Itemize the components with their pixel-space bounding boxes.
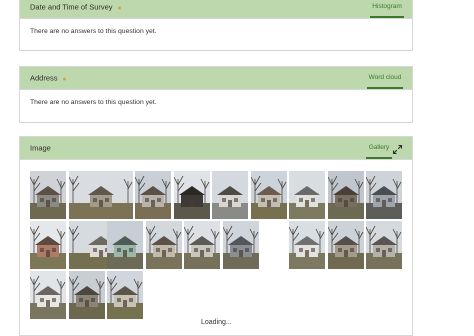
tab-word-cloud[interactable]: Word cloud <box>367 67 403 89</box>
gallery-photo[interactable] <box>107 271 143 319</box>
gallery-photo[interactable] <box>289 171 325 219</box>
question-title: Image <box>30 143 51 153</box>
question-title: Address <box>30 74 66 83</box>
tab-histogram[interactable]: Histogram <box>370 0 404 18</box>
question-card-image: Image Gallery <box>19 136 413 336</box>
no-answers-message: There are no answers to this question ye… <box>30 28 157 35</box>
gallery-photo[interactable] <box>212 171 248 219</box>
gallery-photo[interactable] <box>327 171 364 219</box>
gallery-photo[interactable] <box>173 171 210 219</box>
gallery-photo[interactable] <box>222 221 259 269</box>
gallery-photo[interactable] <box>145 221 182 269</box>
required-indicator-icon <box>117 6 121 10</box>
question-title: Date and Time of Survey <box>30 3 121 12</box>
gallery-photo[interactable] <box>135 171 171 219</box>
gallery-photo[interactable] <box>184 221 220 269</box>
question-header: Date and Time of Survey Histogram <box>20 0 412 19</box>
expand-icon[interactable] <box>392 142 403 155</box>
question-card-address: Address Word cloud There are no answers … <box>19 66 413 123</box>
gallery-photo[interactable] <box>107 221 143 269</box>
gallery-photo[interactable] <box>30 271 66 319</box>
gallery-photo[interactable] <box>250 171 287 219</box>
gallery-photo[interactable] <box>289 221 325 269</box>
gallery-photo[interactable] <box>30 221 66 269</box>
required-indicator-icon <box>62 77 66 81</box>
gallery-photo[interactable] <box>68 171 133 219</box>
question-card-date-time: Date and Time of Survey Histogram There … <box>19 0 413 51</box>
tab-gallery[interactable]: Gallery <box>366 137 392 159</box>
gallery-photo[interactable] <box>366 221 402 269</box>
question-header: Image Gallery <box>20 137 412 160</box>
gallery-photo[interactable] <box>68 271 105 319</box>
no-answers-message: There are no answers to this question ye… <box>30 99 157 106</box>
gallery-photo[interactable] <box>366 171 402 219</box>
gallery-photo[interactable] <box>30 171 66 219</box>
gallery-photo[interactable] <box>327 221 364 269</box>
question-header: Address Word cloud <box>20 67 412 90</box>
loading-indicator: Loading... <box>201 319 232 326</box>
